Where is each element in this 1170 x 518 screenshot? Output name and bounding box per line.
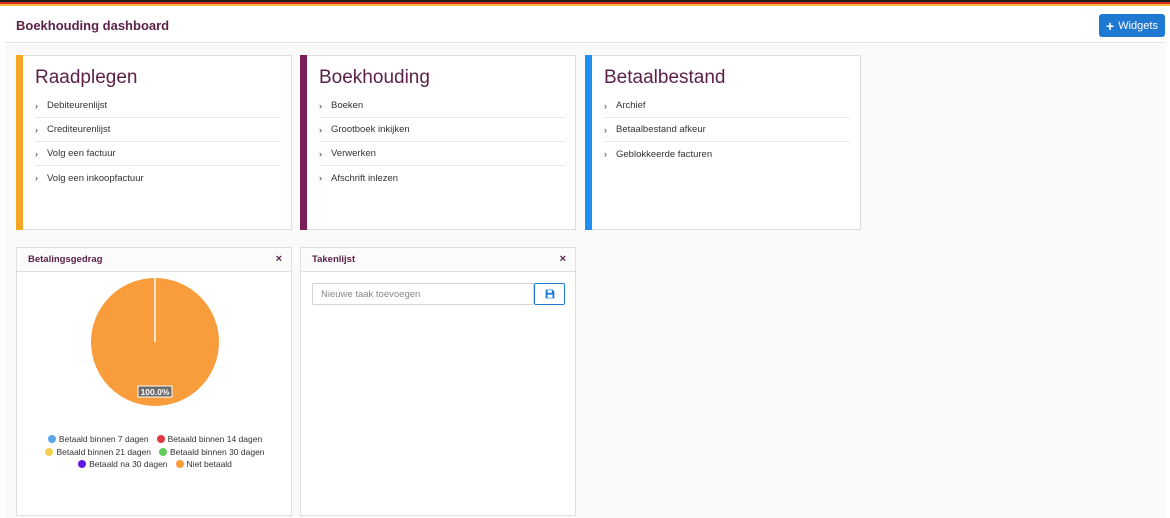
- tile-link-label: Volg een factuur: [47, 148, 116, 159]
- new-task-input[interactable]: [312, 283, 534, 305]
- tile-link-verwerken[interactable]: › Verwerken: [319, 142, 565, 166]
- tile-link-volg-een-inkoopfactuur[interactable]: › Volg een inkoopfactuur: [35, 166, 281, 190]
- tile-raadplegen: Raadplegen › Debiteurenlijst › Crediteuren…: [16, 55, 292, 230]
- legend-label: Betaald binnen 21 dagen: [56, 446, 151, 457]
- legend-swatch: [175, 460, 184, 469]
- tile-link-label: Afschrift inlezen: [331, 172, 399, 184]
- legend-label: Niet betaald: [186, 459, 232, 470]
- legend-item[interactable]: Betaald na 30 dagen: [78, 459, 168, 470]
- tile-title: Betaalbestand: [604, 67, 726, 88]
- chevron-right-icon: ›: [319, 100, 322, 111]
- legend-item[interactable]: Betaald binnen 7 dagen: [47, 434, 149, 445]
- widgets-button-label: Widgets: [1118, 19, 1158, 32]
- tile-link-list: › Boeken › Grootboek inkijken › Verwerken ›…: [319, 94, 565, 190]
- legend-row: Betaald binnen 7 dagen Betaald binnen 14 …: [17, 433, 293, 446]
- tile-link-crediteurenlijst[interactable]: › Crediteurenlijst: [35, 118, 281, 142]
- widget-betalingsgedrag: Betalingsgedrag × 100.0% Betaald binnen …: [16, 247, 292, 516]
- chevron-right-icon: ›: [604, 100, 607, 111]
- tile-title: Raadplegen: [35, 67, 138, 88]
- widget-header: Takenlijst ×: [301, 248, 575, 272]
- chevron-right-icon: ›: [35, 173, 38, 183]
- tile-link-list: › Debiteurenlijst › Crediteurenlijst › Volg…: [35, 94, 281, 190]
- close-icon[interactable]: ×: [276, 253, 282, 265]
- tile-link-boeken[interactable]: › Boeken: [319, 94, 565, 118]
- legend-swatch: [47, 435, 56, 444]
- chevron-right-icon: ›: [35, 100, 38, 111]
- legend-swatch: [156, 435, 165, 444]
- pie-chart: 100.0%: [91, 278, 219, 406]
- tile-boekhouding: Boekhouding › Boeken › Grootboek inkijken …: [300, 55, 576, 230]
- legend-label: Betaald na 30 dagen: [89, 459, 168, 470]
- tile-betaalbestand: Betaalbestand › Archief › Betaalbestand af…: [585, 55, 861, 230]
- tile-link-archief[interactable]: › Archief: [604, 94, 850, 118]
- pie-data-label: 100.0%: [141, 387, 170, 397]
- widget-title: Betalingsgedrag: [28, 254, 103, 265]
- chevron-right-icon: ›: [319, 173, 322, 183]
- plus-icon: +: [1106, 17, 1115, 34]
- tile-link-debiteurenlijst[interactable]: › Debiteurenlijst: [35, 94, 281, 118]
- legend-row: Betaald binnen 21 dagen Betaald binnen 30…: [17, 446, 293, 459]
- tile-link-label: Archief: [616, 100, 646, 111]
- legend-swatch: [78, 460, 87, 469]
- tile-accent-bar: [585, 55, 592, 230]
- widget-header: Betalingsgedrag ×: [17, 248, 291, 272]
- tile-link-label: Geblokkeerde facturen: [616, 148, 713, 160]
- tile-link-label: Volg een inkoopfactuur: [47, 172, 144, 184]
- tile-link-label: Crediteurenlijst: [47, 124, 111, 135]
- legend-swatch: [159, 447, 167, 456]
- tile-link-betaalbestand-afkeur[interactable]: › Betaalbestand afkeur: [604, 118, 850, 142]
- legend-item[interactable]: Betaald binnen 30 dagen: [159, 447, 265, 457]
- tile-link-volg-een-factuur[interactable]: › Volg een factuur: [35, 142, 281, 166]
- tile-link-list: › Archief › Betaalbestand afkeur › Geblokke…: [604, 94, 850, 166]
- tile-accent-bar: [300, 55, 307, 230]
- page-title: Boekhouding dashboard: [16, 18, 170, 33]
- legend-item[interactable]: Betaald binnen 21 dagen: [45, 447, 151, 457]
- tile-link-label: Verwerken: [331, 148, 376, 159]
- legend-item[interactable]: Niet betaald: [175, 459, 232, 470]
- tile-link-label: Boeken: [331, 100, 364, 111]
- floppy-disk-icon: [545, 289, 554, 299]
- widget-takenlijst: Takenlijst ×: [300, 247, 576, 516]
- chevron-right-icon: ›: [35, 148, 38, 159]
- tile-link-label: Grootboek inkijken: [331, 124, 410, 135]
- tile-link-grootboek-inkijken[interactable]: › Grootboek inkijken: [319, 118, 565, 142]
- chevron-right-icon: ›: [319, 148, 322, 159]
- tile-link-afschrift-inlezen[interactable]: › Afschrift inlezen: [319, 166, 565, 190]
- add-widgets-button[interactable]: + Widgets: [1099, 14, 1165, 37]
- legend-item[interactable]: Betaald binnen 14 dagen: [156, 434, 263, 445]
- close-icon[interactable]: ×: [560, 253, 566, 265]
- tile-link-label: Betaalbestand afkeur: [616, 124, 706, 135]
- widget-title: Takenlijst: [312, 254, 356, 265]
- dashboard-header: Boekhouding dashboard + Widgets: [5, 6, 1165, 43]
- chevron-right-icon: ›: [35, 124, 38, 135]
- legend-label: Betaald binnen 7 dagen: [58, 434, 149, 445]
- legend-label: Betaald binnen 14 dagen: [167, 434, 263, 445]
- tile-link-geblokkeerde-facturen[interactable]: › Geblokkeerde facturen: [604, 142, 850, 166]
- save-task-button[interactable]: [534, 283, 565, 305]
- legend-label: Betaald binnen 30 dagen: [170, 446, 265, 457]
- chart-legend: Betaald binnen 7 dagen Betaald binnen 14 …: [17, 433, 293, 471]
- chevron-right-icon: ›: [604, 149, 607, 159]
- chevron-right-icon: ›: [319, 124, 322, 135]
- tile-link-label: Debiteurenlijst: [47, 100, 108, 111]
- legend-row: Betaald na 30 dagen Niet betaald: [17, 458, 293, 471]
- tile-accent-bar: [16, 55, 23, 230]
- legend-swatch: [45, 447, 54, 456]
- chevron-right-icon: ›: [604, 124, 607, 135]
- tile-title: Boekhouding: [319, 67, 430, 88]
